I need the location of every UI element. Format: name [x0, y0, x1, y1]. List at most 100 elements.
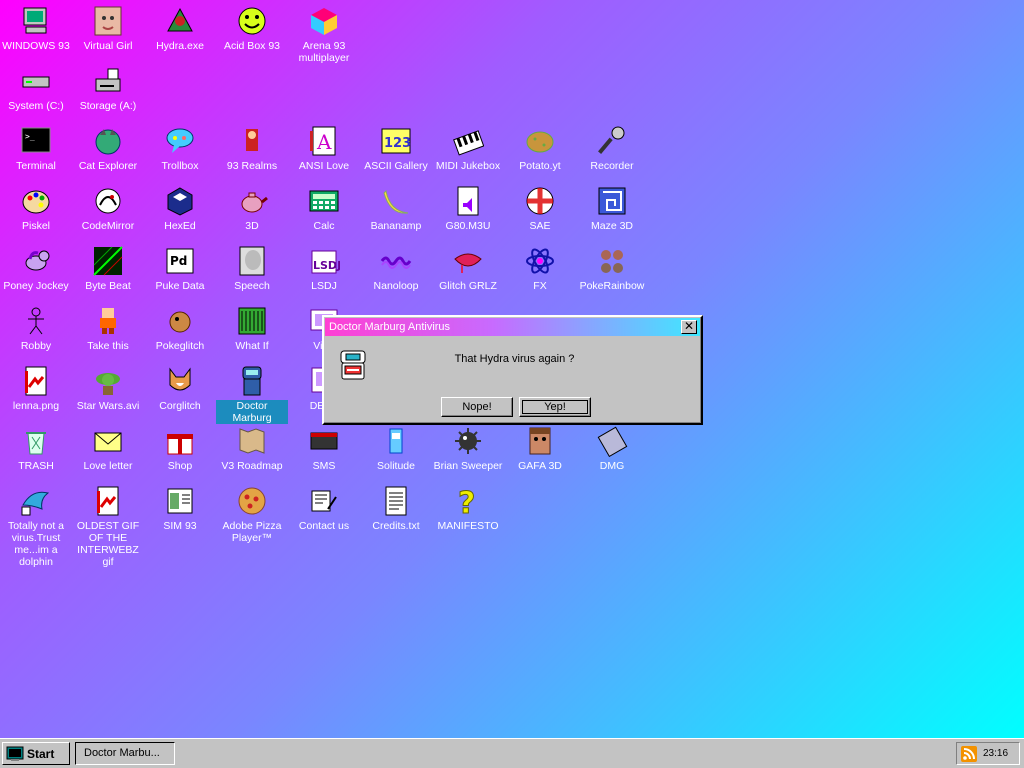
- desktop-icon-label: Hydra.exe: [156, 40, 204, 52]
- atom-icon: [523, 244, 557, 278]
- desktop-icon[interactable]: Virtual Girl: [72, 4, 144, 52]
- desktop-icon[interactable]: DMG: [576, 424, 648, 472]
- desktop-icon[interactable]: Storage (A:): [72, 64, 144, 112]
- desktop-icon[interactable]: GAFA 3D: [504, 424, 576, 472]
- desktop-icon[interactable]: Totally not a virus.Trust me...im a dolp…: [0, 484, 72, 568]
- desktop-icon[interactable]: PokeRainbow: [576, 244, 648, 292]
- desktop-icon[interactable]: Pd Puke Data: [144, 244, 216, 292]
- trash-icon: [19, 424, 53, 458]
- desktop-icon[interactable]: TRASH: [0, 424, 72, 472]
- desktop-icon[interactable]: >_ Terminal: [0, 124, 72, 172]
- gift-icon: [163, 424, 197, 458]
- desktop-icon[interactable]: Recorder: [576, 124, 648, 172]
- desktop-icon[interactable]: Contact us: [288, 484, 360, 532]
- desktop-icon[interactable]: Brian Sweeper: [432, 424, 504, 472]
- nope-button[interactable]: Nope!: [441, 397, 513, 417]
- desktop-icon[interactable]: Glitch GRLZ: [432, 244, 504, 292]
- desktop-icon-label: Speech: [234, 280, 270, 292]
- desktop-icon-label: Shop: [167, 460, 193, 472]
- hydra-icon: [163, 4, 197, 38]
- taskbar: Start Doctor Marbu... 23:16: [0, 738, 1024, 768]
- desktop-icon-label: System (C:): [8, 100, 64, 112]
- desktop-icon[interactable]: WINDOWS 93: [0, 4, 72, 52]
- desktop-icon[interactable]: Love letter: [72, 424, 144, 472]
- desktop-icon-label: SMS: [312, 460, 336, 472]
- desktop-icon[interactable]: Cat Explorer: [72, 124, 144, 172]
- desktop[interactable]: WINDOWS 93 Virtual Girl Hydra.exe Acid Box …: [0, 0, 1024, 738]
- desktop-icon-label: Terminal: [16, 160, 56, 172]
- desktop-icon[interactable]: Poney Jockey: [0, 244, 72, 292]
- desktop-icon[interactable]: Adobe Pizza Player™: [216, 484, 288, 544]
- desktop-icon-label: Pokeglitch: [155, 340, 205, 352]
- desktop-icon[interactable]: MIDI Jukebox: [432, 124, 504, 172]
- desktop-icon[interactable]: System (C:): [0, 64, 72, 112]
- desktop-icon[interactable]: Bananamp: [360, 184, 432, 232]
- teapot-icon: [235, 184, 269, 218]
- desktop-icon[interactable]: LSDJ LSDJ: [288, 244, 360, 292]
- desktop-icon[interactable]: Byte Beat: [72, 244, 144, 292]
- desktop-icon-label: 3D: [245, 220, 259, 232]
- desktop-icon[interactable]: A ANSI Love: [288, 124, 360, 172]
- rss-icon[interactable]: [961, 745, 977, 762]
- dialog-titlebar[interactable]: Doctor Marburg Antivirus ✕: [325, 318, 700, 336]
- desktop-icon[interactable]: Arena 93 multiplayer: [288, 4, 360, 64]
- desktop-icon[interactable]: Corglitch: [144, 364, 216, 412]
- desktop-icon-label: Take this: [87, 340, 129, 352]
- desktop-icon[interactable]: Calc: [288, 184, 360, 232]
- dialog-title: Doctor Marburg Antivirus: [329, 321, 451, 333]
- desktop-icon[interactable]: What If: [216, 304, 288, 352]
- desktop-icon[interactable]: CodeMirror: [72, 184, 144, 232]
- desktop-icon[interactable]: Trollbox: [144, 124, 216, 172]
- desktop-icon[interactable]: G80.M3U: [432, 184, 504, 232]
- desktop-icon[interactable]: Star Wars.avi: [72, 364, 144, 412]
- desktop-icon-label: MIDI Jukebox: [435, 160, 501, 172]
- desktop-icon[interactable]: Take this: [72, 304, 144, 352]
- desktop-icon-label: Calc: [313, 220, 335, 232]
- svg-text:A: A: [316, 130, 332, 154]
- desktop-icon[interactable]: 123 ASCII Gallery: [360, 124, 432, 172]
- desktop-icon[interactable]: SAE: [504, 184, 576, 232]
- desktop-icon-label: Storage (A:): [79, 100, 137, 112]
- desktop-icon-label: Recorder: [590, 160, 634, 172]
- desktop-icon[interactable]: Robby: [0, 304, 72, 352]
- desktop-icon[interactable]: Acid Box 93: [216, 4, 288, 52]
- desktop-icon[interactable]: SMS: [288, 424, 360, 472]
- desktop-icon-label: Piskel: [21, 220, 50, 232]
- desktop-icon[interactable]: FX: [504, 244, 576, 292]
- desktop-icon[interactable]: Maze 3D: [576, 184, 648, 232]
- desktop-icon[interactable]: Hydra.exe: [144, 4, 216, 52]
- desktop-icon[interactable]: 3D: [216, 184, 288, 232]
- start-button[interactable]: Start: [2, 742, 70, 765]
- desktop-icon[interactable]: Potato.yt: [504, 124, 576, 172]
- desktop-icon[interactable]: Pokeglitch: [144, 304, 216, 352]
- doctor-icon: [235, 364, 269, 398]
- terminal-icon: >_: [19, 124, 53, 158]
- gif-file-icon: [91, 484, 125, 518]
- desktop-icon[interactable]: ? MANIFESTO: [432, 484, 504, 533]
- desktop-icon[interactable]: OLDEST GIF OF THE INTERWEBZ gif: [72, 484, 144, 568]
- pixel-man-icon: [91, 304, 125, 338]
- desktop-icon-label: ANSI Love: [298, 160, 350, 172]
- desktop-icon[interactable]: V3 Roadmap: [216, 424, 288, 472]
- desktop-icon[interactable]: Solitude: [360, 424, 432, 472]
- chat-bubble-icon: [163, 124, 197, 158]
- envelope-icon: [91, 424, 125, 458]
- desktop-icon[interactable]: Nanoloop: [360, 244, 432, 292]
- desktop-icon[interactable]: Doctor Marburg: [216, 364, 288, 424]
- desktop-icon[interactable]: SIM 93: [144, 484, 216, 532]
- close-icon[interactable]: ✕: [681, 320, 697, 334]
- desktop-icon-label: SAE: [529, 220, 551, 232]
- audio-file-icon: [451, 184, 485, 218]
- desktop-icon-label: Bananamp: [370, 220, 422, 232]
- taskbar-item-doctor-marburg[interactable]: Doctor Marbu...: [75, 742, 175, 765]
- desktop-icon[interactable]: HexEd: [144, 184, 216, 232]
- desktop-icon[interactable]: Piskel: [0, 184, 72, 232]
- desktop-icon[interactable]: Shop: [144, 424, 216, 472]
- desktop-icon[interactable]: Credits.txt: [360, 484, 432, 532]
- yep-button[interactable]: Yep!: [519, 397, 591, 417]
- desktop-icon-label: Cat Explorer: [78, 160, 138, 172]
- svg-text:123: 123: [384, 136, 411, 151]
- desktop-icon[interactable]: 93 Realms: [216, 124, 288, 172]
- desktop-icon[interactable]: lenna.png: [0, 364, 72, 412]
- desktop-icon[interactable]: Speech: [216, 244, 288, 292]
